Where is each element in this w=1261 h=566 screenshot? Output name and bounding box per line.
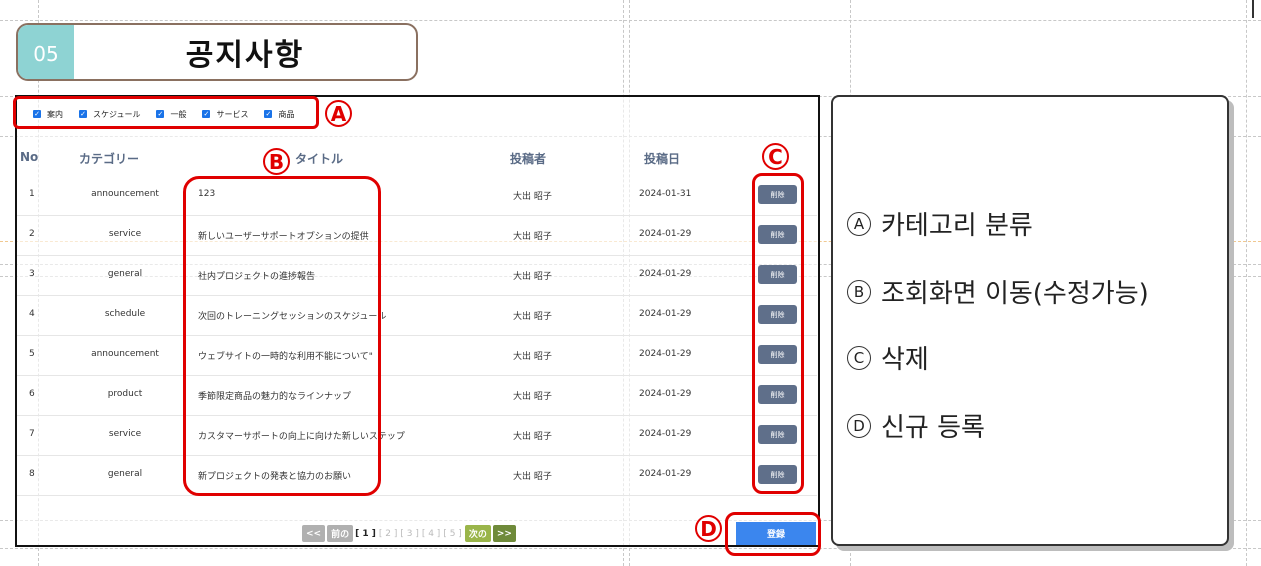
- circled-letter-icon: B: [847, 279, 871, 304]
- row-no: 2: [29, 229, 35, 239]
- row-category: service: [108, 429, 142, 439]
- table-row[interactable]: 2 service 新しいユーザーサポートオプションの提供 大出 昭子 2024…: [17, 215, 817, 256]
- annotation-b-marker: B: [263, 148, 290, 175]
- last-page-button[interactable]: >>: [492, 525, 516, 542]
- column-header-title: タイトル: [295, 152, 344, 166]
- table-row[interactable]: 4 schedule 次回のトレーニングセッションのスケジュール 大出 昭子 2…: [17, 295, 817, 336]
- page-link-4[interactable]: [ 4 ]: [422, 529, 440, 539]
- legend-text: 조회화면 이동(수정가능): [881, 279, 1149, 309]
- row-category: general: [107, 469, 143, 479]
- circled-letter-icon: D: [847, 413, 871, 438]
- table-row[interactable]: 8 general 新プロジェクトの発表と協力のお願い 大出 昭子 2024-0…: [17, 455, 817, 496]
- row-category: schedule: [104, 309, 146, 319]
- annotation-frame-a: [13, 96, 319, 129]
- notice-list-panel: ✓ 案内 ✓ スケジュール ✓ 一般 ✓ サービス ✓ 商品 No カテゴリー タイトル …: [15, 95, 820, 547]
- legend-text: 신규 등록: [881, 413, 985, 443]
- row-author: 大出 昭子: [513, 432, 552, 442]
- row-no: 7: [29, 429, 35, 439]
- row-no: 4: [29, 309, 35, 319]
- row-category: general: [107, 269, 143, 279]
- column-header-category: カテゴリー: [79, 152, 140, 166]
- row-no: 1: [29, 189, 35, 199]
- row-author: 大出 昭子: [513, 312, 552, 322]
- row-date: 2024-01-29: [639, 469, 692, 479]
- column-header-date: 投稿日: [644, 152, 681, 166]
- row-date: 2024-01-29: [639, 389, 692, 399]
- page-link-3[interactable]: [ 3 ]: [400, 529, 418, 539]
- legend-text: 카테고리 분류: [881, 211, 1033, 241]
- legend-item-d: D 신규 등록: [847, 407, 985, 444]
- row-no: 3: [29, 269, 35, 279]
- column-header-no: No: [20, 150, 39, 164]
- table-row[interactable]: 3 general 社内プロジェクトの進捗報告 大出 昭子 2024-01-29…: [17, 255, 817, 296]
- row-category: service: [108, 229, 142, 239]
- annotation-frame-d: [725, 512, 821, 556]
- row-no: 6: [29, 389, 35, 399]
- row-no: 8: [29, 469, 35, 479]
- circled-letter-icon: C: [847, 345, 871, 370]
- legend-item-b: B 조회화면 이동(수정가능): [847, 273, 1149, 310]
- annotation-c-marker: C: [762, 143, 789, 170]
- row-date: 2024-01-29: [639, 429, 692, 439]
- row-date: 2024-01-29: [639, 229, 692, 239]
- row-category: announcement: [91, 349, 159, 359]
- legend-item-a: A 카테고리 분류: [847, 205, 1033, 242]
- edge-mark: [1252, 0, 1254, 18]
- row-no: 5: [29, 349, 35, 359]
- page-link-5[interactable]: [ 5 ]: [443, 529, 461, 539]
- annotation-d-marker: D: [695, 515, 722, 542]
- section-number: 05: [18, 25, 74, 79]
- pagination: << 前の [ 1 ] [ 2 ] [ 3 ] [ 4 ] [ 5 ] 次の >…: [302, 525, 518, 542]
- page-title: 공지사항: [185, 38, 305, 73]
- row-category: announcement: [91, 189, 159, 199]
- annotation-a-marker: A: [325, 100, 352, 127]
- page-link-2[interactable]: [ 2 ]: [379, 529, 397, 539]
- column-header-author: 投稿者: [510, 152, 547, 166]
- row-author: 大出 昭子: [513, 192, 552, 202]
- row-date: 2024-01-29: [639, 269, 692, 279]
- table-row[interactable]: 7 service カスタマーサポートの向上に向けた新しいステップ 大出 昭子 …: [17, 415, 817, 456]
- row-author: 大出 昭子: [513, 352, 552, 362]
- table-row[interactable]: 1 announcement 123 大出 昭子 2024-01-31 削除: [17, 175, 817, 216]
- legend-text: 삭제: [881, 345, 929, 375]
- prev-page-button[interactable]: 前の: [327, 525, 354, 542]
- row-author: 大出 昭子: [513, 472, 552, 482]
- row-date: 2024-01-29: [639, 309, 692, 319]
- guide-line: [1246, 0, 1247, 566]
- row-category: product: [107, 389, 143, 399]
- annotation-frame-b: [183, 176, 381, 496]
- page-link-1[interactable]: [ 1 ]: [355, 529, 376, 539]
- table-row[interactable]: 6 product 季節限定商品の魅力的なラインナップ 大出 昭子 2024-0…: [17, 375, 817, 416]
- section-header: 05 공지사항: [16, 23, 418, 81]
- row-author: 大出 昭子: [513, 232, 552, 242]
- table-row[interactable]: 5 announcement ウェブサイトの一時的な利用不能について" 大出 昭…: [17, 335, 817, 376]
- legend-item-c: C 삭제: [847, 339, 929, 376]
- legend-panel: A 카테고리 분류 B 조회화면 이동(수정가능) C 삭제 D 신규 등록: [831, 95, 1229, 546]
- row-date: 2024-01-31: [639, 189, 692, 199]
- guide-line: [0, 20, 1261, 21]
- row-date: 2024-01-29: [639, 349, 692, 359]
- guide-line: [0, 548, 1261, 549]
- next-page-button[interactable]: 次の: [464, 525, 491, 542]
- first-page-button[interactable]: <<: [302, 525, 326, 542]
- row-author: 大出 昭子: [513, 272, 552, 282]
- annotation-frame-c: [752, 173, 804, 494]
- row-author: 大出 昭子: [513, 392, 552, 402]
- circled-letter-icon: A: [847, 211, 871, 236]
